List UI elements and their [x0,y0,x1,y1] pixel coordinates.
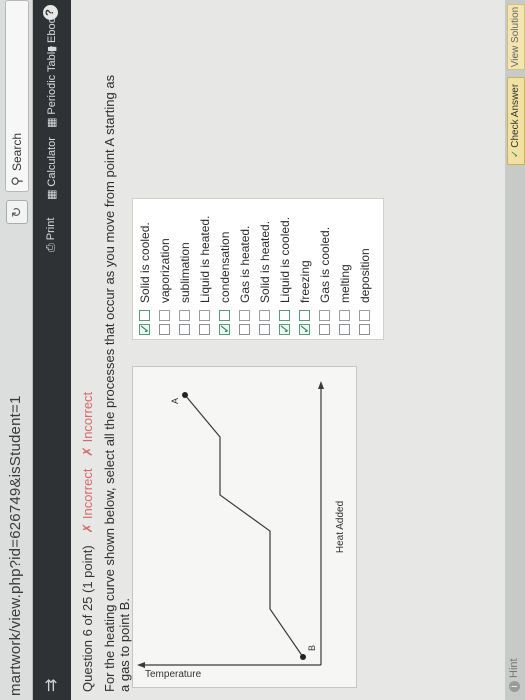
heating-curve-graph: B A Temperature Heat Added [132,366,357,688]
question-number: Question 6 of 25 (1 point) [80,545,95,692]
eliminate-box-icon[interactable] [239,310,250,321]
hint-icon: i [509,681,520,692]
collapse-arrows-icon[interactable]: ⇉ [41,679,61,692]
search-icon: ⚲ [9,176,24,186]
point-b-marker [300,654,306,660]
checkmark-icon: ✓ [510,149,521,159]
choice-label: sublimation [178,242,192,303]
checkmark-icon: ✓ [277,323,292,334]
choice-label: Solid is cooled. [138,222,152,303]
heating-curve-line [184,394,304,658]
point-a-marker [182,392,188,398]
eliminate-box-icon[interactable] [199,310,210,321]
search-placeholder: Search [10,132,24,171]
heating-curve-svg: B A Temperature Heat Added [137,381,346,680]
printer-icon: ⎙ [45,243,57,252]
choice-label: Liquid is cooled. [278,216,292,303]
status-text: Incorrect [80,468,95,520]
choice-label: Gas is cooled. [318,226,332,303]
choice-checkbox[interactable] [239,324,250,335]
eliminate-box-icon[interactable] [299,310,310,321]
choice-label: melting [338,264,352,303]
table-icon: ▦ [46,117,58,128]
choice-checkbox[interactable] [359,324,370,335]
periodic-table-label: Periodic Table [46,45,58,115]
footer-bar: i Hint ✓Check Answer View Solution [505,0,525,700]
choice-checkbox[interactable]: ✓ [137,323,152,335]
question-prompt: For the heating curve shown below, selec… [102,74,132,692]
answer-checklist: ✓ Solid is cooled. vaporization sublimation… [132,198,384,340]
checkmark-icon: ✓ [217,323,232,334]
choice-checkbox[interactable] [339,324,350,335]
choice-label: vaporization [158,238,172,303]
eliminate-box-icon[interactable] [179,310,190,321]
choice-checkbox[interactable]: ✓ [277,323,292,335]
view-solution-label: View Solution [510,6,521,68]
point-b-label: B [307,645,317,651]
checkmark-icon: ✓ [297,323,312,334]
eliminate-box-icon[interactable] [279,310,290,321]
eliminate-box-icon[interactable] [259,310,270,321]
view-solution-button[interactable]: View Solution [507,4,525,70]
incorrect-x-icon: ✗ [80,522,95,534]
choice-checkbox[interactable]: ✓ [217,323,232,335]
reload-icon[interactable]: ↻ [6,200,28,224]
choice-label: Solid is heated. [258,220,272,303]
choice-label: condensation [218,231,232,303]
status-badge: ✗ Incorrect [80,392,95,457]
eliminate-box-icon[interactable] [159,310,170,321]
calculator-icon: ▦ [46,189,58,200]
y-axis-arrow-icon [137,662,145,668]
print-label: Print [45,217,57,241]
status-text: Incorrect [80,391,95,443]
eliminate-box-icon[interactable] [219,310,230,321]
choice-checkbox[interactable] [199,324,210,335]
point-a-label: A [170,398,180,404]
choice-checkbox[interactable]: ✓ [297,323,312,335]
checkmark-icon: ✓ [137,323,152,334]
assignment-toolbar: ⇉ ⎙Print ▦Calculator ▦Periodic Table ▮Eb… [33,0,71,700]
hint-label: Hint [508,658,520,678]
help-icon[interactable]: ? [43,5,58,20]
calculator-label: Calculator [46,137,58,187]
check-answer-label: Check Answer [510,83,521,148]
eliminate-box-icon[interactable] [359,310,370,321]
print-button[interactable]: ⎙ Print [45,218,58,252]
choice-label: Liquid is heated. [198,215,212,303]
x-axis-label: Heat Added [335,501,346,553]
eliminate-box-icon[interactable] [339,310,350,321]
periodic-table-button[interactable]: ▦ Periodic Table [45,46,58,128]
book-icon: ▮ [46,45,58,52]
calculator-button[interactable]: ▦ Calculator [45,137,58,200]
question-header: Question 6 of 25 (1 point) ✗ Incorrect ✗… [80,392,96,692]
choice-checkbox[interactable] [159,324,170,335]
choice-checkbox[interactable] [259,324,270,335]
x-axis-arrow-icon [318,381,324,389]
incorrect-x-icon: ✗ [80,446,95,457]
choice-label: Gas is heated. [238,225,252,303]
address-bar: martwork/view.php?id=626749&isStudent=1 … [0,0,33,700]
eliminate-box-icon[interactable] [319,310,330,321]
url-field[interactable]: martwork/view.php?id=626749&isStudent=1 [7,396,24,697]
y-axis-label: Temperature [145,669,202,680]
choice-label: freezing [298,260,312,303]
choice-label: deposition [358,248,372,303]
hint-button[interactable]: i Hint [508,658,520,692]
check-answer-button[interactable]: ✓Check Answer [507,77,525,165]
choice-checkbox[interactable] [179,324,190,335]
choice-checkbox[interactable] [319,324,330,335]
status-badge: ✗ Incorrect [80,469,95,534]
search-input[interactable]: ⚲ Search [5,0,29,192]
rotated-screen: martwork/view.php?id=626749&isStudent=1 … [0,0,525,700]
eliminate-box-icon[interactable] [139,310,150,321]
